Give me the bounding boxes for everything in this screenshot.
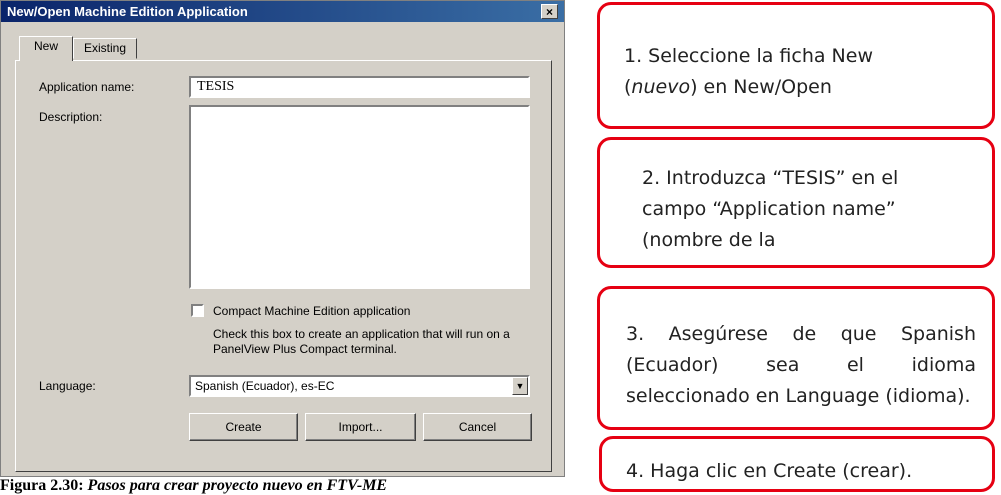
tab-existing[interactable]: Existing [73, 38, 137, 59]
figure-caption-text: Pasos para crear proyecto nuevo en FTV-M… [83, 477, 388, 494]
callout-4-text: 4. Haga clic en Create (crear). [626, 460, 913, 482]
callout-1-line-2: (nuevo) en New/Open [624, 76, 832, 98]
callout-step-1: 1. Seleccione la ficha New (nuevo) en Ne… [597, 2, 995, 129]
tab-panel [15, 60, 552, 472]
callout-step-4: 4. Haga clic en Create (crear). [599, 436, 995, 492]
callout-step-2: 2. Introduzca “TESIS” en el campo “Appli… [597, 137, 995, 268]
dialog-title: New/Open Machine Edition Application [7, 4, 248, 19]
callout-step-3: 3. Asegúrese de que Spanish (Ecuador) se… [597, 286, 995, 430]
figure-caption: Figura 2.30: Pasos para crear proyecto n… [0, 477, 387, 495]
title-bar: New/Open Machine Edition Application × [1, 1, 564, 22]
figure-caption-label: Figura 2.30: [0, 477, 84, 494]
close-button[interactable]: × [541, 4, 558, 19]
tab-new[interactable]: New [19, 36, 73, 61]
callout-3-text: 3. Asegúrese de que Spanish (Ecuador) se… [626, 323, 976, 407]
callout-2-text: 2. Introduzca “TESIS” en el campo “Appli… [642, 167, 899, 251]
new-open-dialog: New/Open Machine Edition Application × N… [0, 0, 565, 477]
callout-1-line-1: 1. Seleccione la ficha New [624, 45, 873, 67]
